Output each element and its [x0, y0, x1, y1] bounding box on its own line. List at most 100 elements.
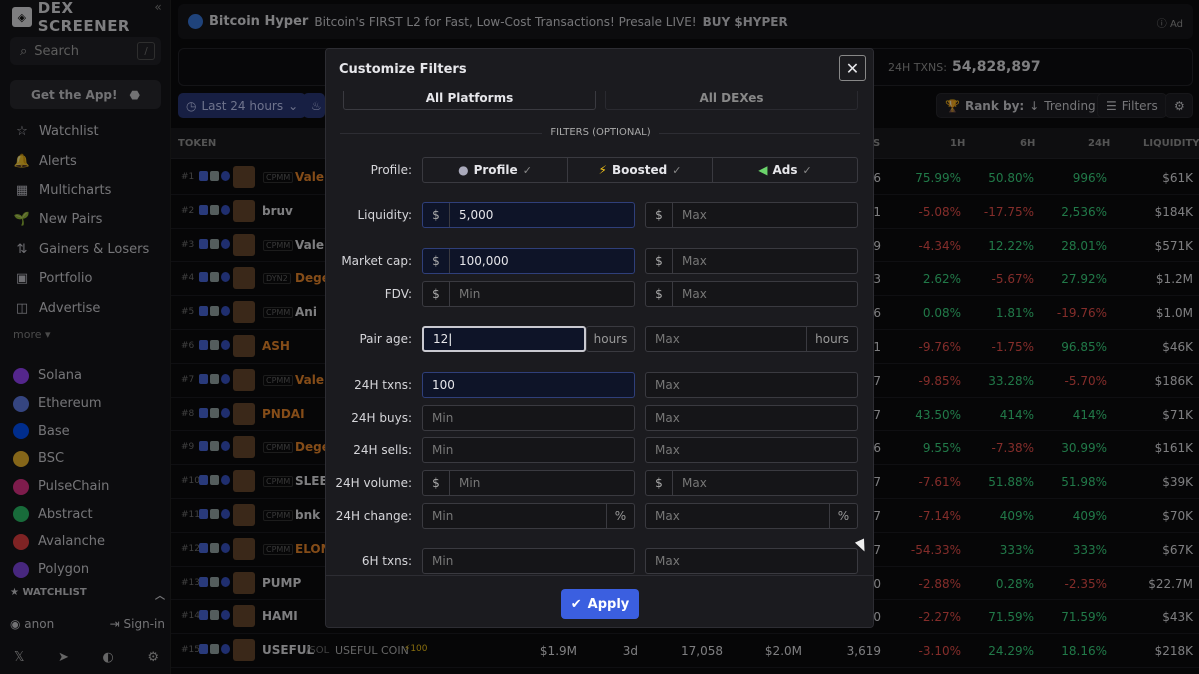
buys24-min-input[interactable]: Min — [422, 405, 635, 431]
max-placeholder: Max — [682, 287, 707, 301]
marketcap-min-value: 100,000 — [459, 254, 509, 268]
currency-prefix: $ — [646, 203, 673, 227]
max-placeholder: Max — [655, 332, 680, 346]
volume24-row: 24H volume: $ Min $ Max — [326, 470, 873, 496]
change24-max-input[interactable]: Max% — [645, 503, 858, 529]
min-placeholder: Min — [432, 554, 454, 568]
fdv-min-input[interactable]: $ Min — [422, 281, 635, 307]
currency-prefix: $ — [423, 249, 450, 273]
filters-optional-label: FILTERS (OPTIONAL) — [326, 127, 873, 138]
profile-row: Profile: ● Profile ✓ ⚡ Boosted ✓ ◀ Ads ✓ — [326, 157, 873, 183]
currency-prefix: $ — [423, 203, 450, 227]
modal-body: All Platforms All DEXes FILTERS (OPTIONA… — [326, 91, 873, 575]
max-placeholder: Max — [655, 443, 680, 457]
pairage-row: Pair age: 12 | hours Max hours — [326, 326, 873, 352]
check-icon: ✓ — [802, 163, 812, 177]
pairage-max-input[interactable]: Max hours — [645, 326, 858, 352]
ads-toggle-label: Ads — [772, 163, 798, 177]
pairage-min-group: 12 | hours — [422, 326, 635, 352]
max-placeholder: Max — [682, 208, 707, 222]
checkmark-icon: ✔ — [570, 596, 582, 612]
txns6-max-input[interactable]: Max — [645, 548, 858, 574]
close-icon: ✕ — [845, 58, 860, 78]
profile-toggle[interactable]: ● Profile ✓ — [423, 158, 568, 182]
max-placeholder: Max — [655, 509, 680, 523]
modal-title: Customize Filters — [339, 62, 467, 77]
check-icon: ✓ — [522, 163, 532, 177]
change24-min-input[interactable]: Min% — [422, 503, 635, 529]
change24-label: 24H change: — [335, 509, 412, 523]
marketcap-max-input[interactable]: $ Max — [645, 248, 858, 274]
liquidity-row: Liquidity: $5,000 $ Max — [326, 202, 873, 228]
modal-footer: ✔ Apply — [326, 575, 873, 627]
currency-prefix: $ — [646, 249, 673, 273]
marketcap-min-input[interactable]: $100,000 — [422, 248, 635, 274]
txns6-row: 6H txns: Min Max — [326, 548, 873, 574]
hours-suffix: hours — [586, 326, 635, 352]
pairage-label: Pair age: — [359, 332, 412, 346]
fdv-row: FDV: $ Min $ Max — [326, 281, 873, 307]
sells24-label: 24H sells: — [353, 443, 412, 457]
pairage-min-input[interactable]: 12 | — [422, 326, 586, 352]
txns24-label: 24H txns: — [354, 378, 412, 392]
min-placeholder: Min — [459, 287, 481, 301]
ads-toggle[interactable]: ◀ Ads ✓ — [713, 158, 857, 182]
liquidity-min-input[interactable]: $5,000 — [422, 202, 635, 228]
currency-prefix: $ — [423, 282, 450, 306]
min-placeholder: Min — [459, 476, 481, 490]
marketcap-label: Market cap: — [341, 254, 412, 268]
sells24-row: 24H sells: Min Max — [326, 437, 873, 463]
check-icon: ✓ — [672, 163, 682, 177]
txns6-label: 6H txns: — [361, 554, 412, 568]
min-placeholder: Min — [432, 509, 454, 523]
megaphone-icon: ◀ — [758, 163, 768, 177]
max-placeholder: Max — [682, 254, 707, 268]
marketcap-row: Market cap: $100,000 $ Max — [326, 248, 873, 274]
apply-label: Apply — [587, 596, 630, 612]
profile-label: Profile: — [370, 163, 412, 177]
customize-filters-modal: Customize Filters ✕ All Platforms All DE… — [325, 48, 874, 628]
all-dexes-button[interactable]: All DEXes — [605, 91, 858, 110]
fdv-label: FDV: — [384, 287, 412, 301]
buys24-max-input[interactable]: Max — [645, 405, 858, 431]
txns24-row: 24H txns: 100 Max — [326, 372, 873, 398]
max-placeholder: Max — [682, 476, 707, 490]
apply-button[interactable]: ✔ Apply — [561, 589, 639, 619]
max-placeholder: Max — [655, 411, 680, 425]
change24-row: 24H change: Min% Max% — [326, 503, 873, 529]
pairage-min-value: 12 — [433, 332, 449, 346]
lightning-icon: ⚡ — [598, 163, 607, 177]
sells24-min-input[interactable]: Min — [422, 437, 635, 463]
hours-suffix: hours — [806, 327, 857, 351]
max-placeholder: Max — [655, 554, 680, 568]
buys24-row: 24H buys: Min Max — [326, 405, 873, 431]
close-button[interactable]: ✕ — [839, 55, 866, 81]
min-placeholder: Min — [432, 443, 454, 457]
text-caret: | — [448, 332, 453, 346]
sells24-max-input[interactable]: Max — [645, 437, 858, 463]
currency-prefix: $ — [646, 471, 673, 495]
profile-toggle-label: Profile — [473, 163, 518, 177]
profile-segmented: ● Profile ✓ ⚡ Boosted ✓ ◀ Ads ✓ — [422, 157, 858, 183]
buys24-label: 24H buys: — [351, 411, 412, 425]
liquidity-label: Liquidity: — [357, 208, 412, 222]
volume24-min-input[interactable]: $ Min — [422, 470, 635, 496]
txns24-max-input[interactable]: Max — [645, 372, 858, 398]
liquidity-min-value: 5,000 — [459, 208, 494, 222]
max-placeholder: Max — [655, 378, 680, 392]
fdv-max-input[interactable]: $ Max — [645, 281, 858, 307]
filters-optional-text: FILTERS (OPTIONAL) — [542, 127, 659, 138]
boosted-toggle[interactable]: ⚡ Boosted ✓ — [568, 158, 713, 182]
txns24-min-input[interactable]: 100 — [422, 372, 635, 398]
txns6-min-input[interactable]: Min — [422, 548, 635, 574]
all-platforms-button[interactable]: All Platforms — [343, 91, 596, 110]
boosted-toggle-label: Boosted — [611, 163, 668, 177]
percent-suffix: % — [829, 504, 857, 528]
percent-suffix: % — [606, 504, 634, 528]
currency-prefix: $ — [423, 471, 450, 495]
volume24-label: 24H volume: — [335, 476, 412, 490]
txns24-min-value: 100 — [432, 378, 455, 392]
liquidity-max-input[interactable]: $ Max — [645, 202, 858, 228]
volume24-max-input[interactable]: $ Max — [645, 470, 858, 496]
currency-prefix: $ — [646, 282, 673, 306]
